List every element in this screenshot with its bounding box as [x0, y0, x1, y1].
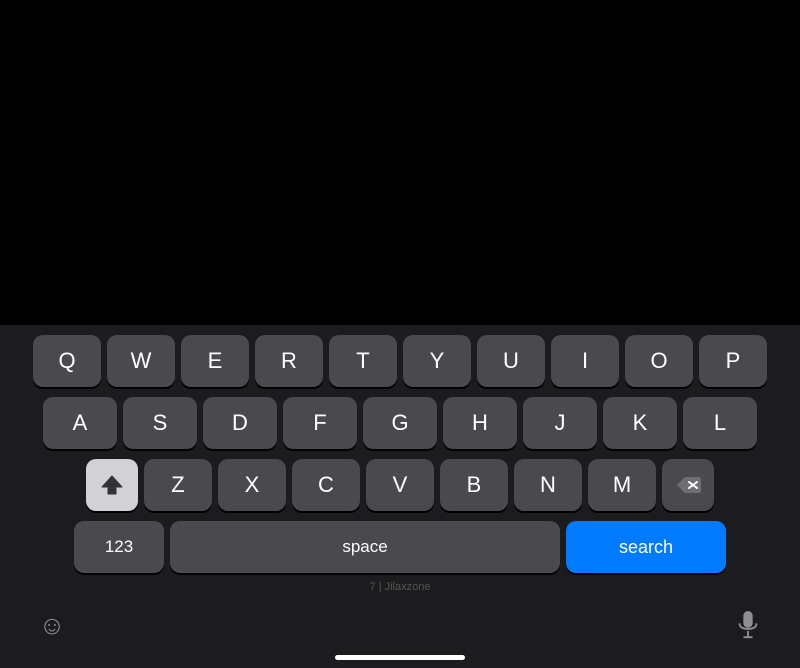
emoji-icon[interactable]: ☺: [34, 607, 70, 643]
key-t[interactable]: T: [329, 335, 397, 387]
key-c[interactable]: C: [292, 459, 360, 511]
keyboard-container: Q W E R T Y U I O P A S D F G H J K L Z …: [0, 325, 800, 668]
home-indicator: [335, 655, 465, 660]
key-s[interactable]: S: [123, 397, 197, 449]
keyboard-row-3: Z X C V B N M: [4, 459, 796, 511]
key-i[interactable]: I: [551, 335, 619, 387]
key-m[interactable]: M: [588, 459, 656, 511]
key-v[interactable]: V: [366, 459, 434, 511]
key-y[interactable]: Y: [403, 335, 471, 387]
delete-key[interactable]: [662, 459, 714, 511]
key-d[interactable]: D: [203, 397, 277, 449]
keyboard-row-1: Q W E R T Y U I O P: [4, 335, 796, 387]
key-k[interactable]: K: [603, 397, 677, 449]
keyboard-bottom-row: 123 space search: [4, 521, 796, 573]
keyboard-row-2: A S D F G H J K L: [4, 397, 796, 449]
numbers-key[interactable]: 123: [74, 521, 164, 573]
key-q[interactable]: Q: [33, 335, 101, 387]
key-z[interactable]: Z: [144, 459, 212, 511]
key-j[interactable]: J: [523, 397, 597, 449]
search-key[interactable]: search: [566, 521, 726, 573]
key-x[interactable]: X: [218, 459, 286, 511]
key-l[interactable]: L: [683, 397, 757, 449]
key-f[interactable]: F: [283, 397, 357, 449]
key-n[interactable]: N: [514, 459, 582, 511]
key-o[interactable]: O: [625, 335, 693, 387]
watermark: 7 | Jilaxzone: [4, 581, 796, 593]
key-r[interactable]: R: [255, 335, 323, 387]
key-h[interactable]: H: [443, 397, 517, 449]
space-key[interactable]: space: [170, 521, 560, 573]
key-g[interactable]: G: [363, 397, 437, 449]
microphone-icon[interactable]: [730, 607, 766, 643]
shift-key[interactable]: [86, 459, 138, 511]
key-b[interactable]: B: [440, 459, 508, 511]
key-w[interactable]: W: [107, 335, 175, 387]
key-p[interactable]: P: [699, 335, 767, 387]
key-e[interactable]: E: [181, 335, 249, 387]
key-u[interactable]: U: [477, 335, 545, 387]
key-a[interactable]: A: [43, 397, 117, 449]
icon-row: ☺: [4, 597, 796, 649]
